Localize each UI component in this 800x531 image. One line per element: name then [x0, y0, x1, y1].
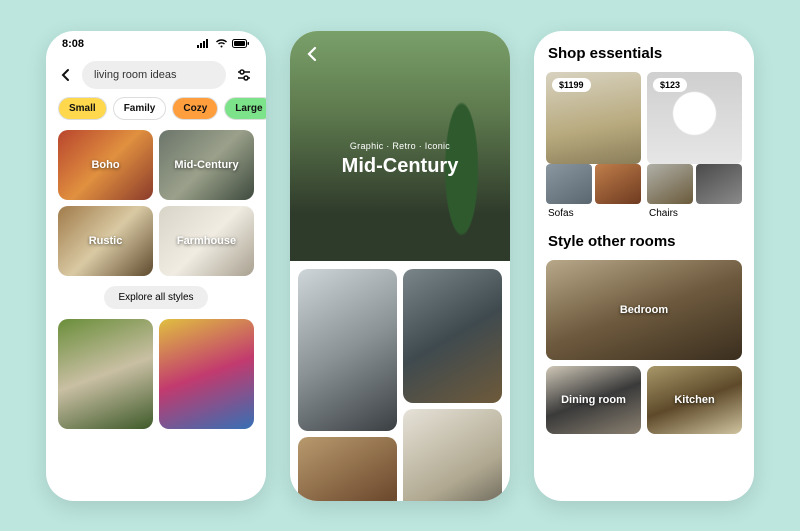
- shop-hero-image: $1199: [546, 72, 641, 164]
- wifi-icon: [215, 39, 228, 48]
- room-card-bedroom[interactable]: Bedroom: [546, 260, 742, 360]
- shop-category-sofas[interactable]: $1199 Sofas: [546, 72, 641, 219]
- screen-shop: Shop essentials $1199 Sofas $123 Chairs: [534, 31, 754, 501]
- shop-label: Chairs: [647, 204, 742, 219]
- room-card-dining[interactable]: Dining room: [546, 366, 641, 434]
- price-tag: $1199: [552, 78, 591, 92]
- style-label: Rustic: [89, 235, 123, 247]
- chip[interactable]: Small: [58, 97, 107, 120]
- style-label: Farmhouse: [177, 235, 236, 247]
- battery-icon: [232, 39, 250, 48]
- hero-tags: Graphic · Retro · Iconic: [290, 141, 510, 151]
- filter-chips: Small Family Cozy Large Layo: [46, 97, 266, 130]
- chip[interactable]: Cozy: [172, 97, 218, 120]
- room-label: Dining room: [561, 394, 626, 406]
- feed-pin[interactable]: [159, 319, 254, 429]
- room-label: Bedroom: [620, 304, 668, 316]
- style-label: Mid-Century: [174, 159, 238, 171]
- hero: Graphic · Retro · Iconic Mid-Century: [290, 31, 510, 261]
- screen-style-detail: Graphic · Retro · Iconic Mid-Century: [290, 31, 510, 501]
- shop-hero-image: $123: [647, 72, 742, 164]
- shop-label: Sofas: [546, 204, 641, 219]
- rooms-row: Dining room Kitchen: [534, 366, 754, 434]
- chip[interactable]: Large: [224, 97, 266, 120]
- status-bar: 8:08: [46, 31, 266, 57]
- feed-pin[interactable]: [58, 319, 153, 429]
- filter-button[interactable]: [234, 65, 254, 85]
- sliders-icon: [236, 67, 252, 83]
- chip[interactable]: Family: [113, 97, 167, 120]
- shop-section-title: Shop essentials: [534, 31, 754, 72]
- room-label: Kitchen: [674, 394, 714, 406]
- search-text: living room ideas: [94, 69, 177, 81]
- style-card-farmhouse[interactable]: Farmhouse: [159, 206, 254, 276]
- explore-all-styles-button[interactable]: Explore all styles: [104, 286, 207, 309]
- room-card-kitchen[interactable]: Kitchen: [647, 366, 742, 434]
- search-input[interactable]: living room ideas: [82, 61, 226, 89]
- hero-title: Mid-Century: [290, 155, 510, 178]
- style-label: Boho: [91, 159, 119, 171]
- pin[interactable]: [298, 437, 397, 501]
- style-grid: Boho Mid-Century Rustic Farmhouse: [46, 130, 266, 276]
- search-row: living room ideas: [46, 57, 266, 97]
- status-icons: [197, 39, 250, 48]
- style-card-boho[interactable]: Boho: [58, 130, 153, 200]
- style-card-rustic[interactable]: Rustic: [58, 206, 153, 276]
- style-card-midcentury[interactable]: Mid-Century: [159, 130, 254, 200]
- rooms-section-title: Style other rooms: [534, 219, 754, 260]
- pin[interactable]: [298, 269, 397, 431]
- back-icon[interactable]: [58, 67, 74, 83]
- screen-search: 8:08 living room ideas Small Family Cozy…: [46, 31, 266, 501]
- price-tag: $123: [653, 78, 687, 92]
- shop-collage: [647, 164, 742, 204]
- shop-grid: $1199 Sofas $123 Chairs: [534, 72, 754, 219]
- signal-icon: [197, 39, 211, 48]
- status-time: 8:08: [62, 38, 84, 50]
- back-icon[interactable]: [304, 45, 322, 63]
- pin-masonry: [290, 261, 510, 501]
- pin[interactable]: [403, 269, 502, 403]
- shop-category-chairs[interactable]: $123 Chairs: [647, 72, 742, 219]
- shop-collage: [546, 164, 641, 204]
- feed-grid: [46, 319, 266, 429]
- pin[interactable]: [403, 409, 502, 501]
